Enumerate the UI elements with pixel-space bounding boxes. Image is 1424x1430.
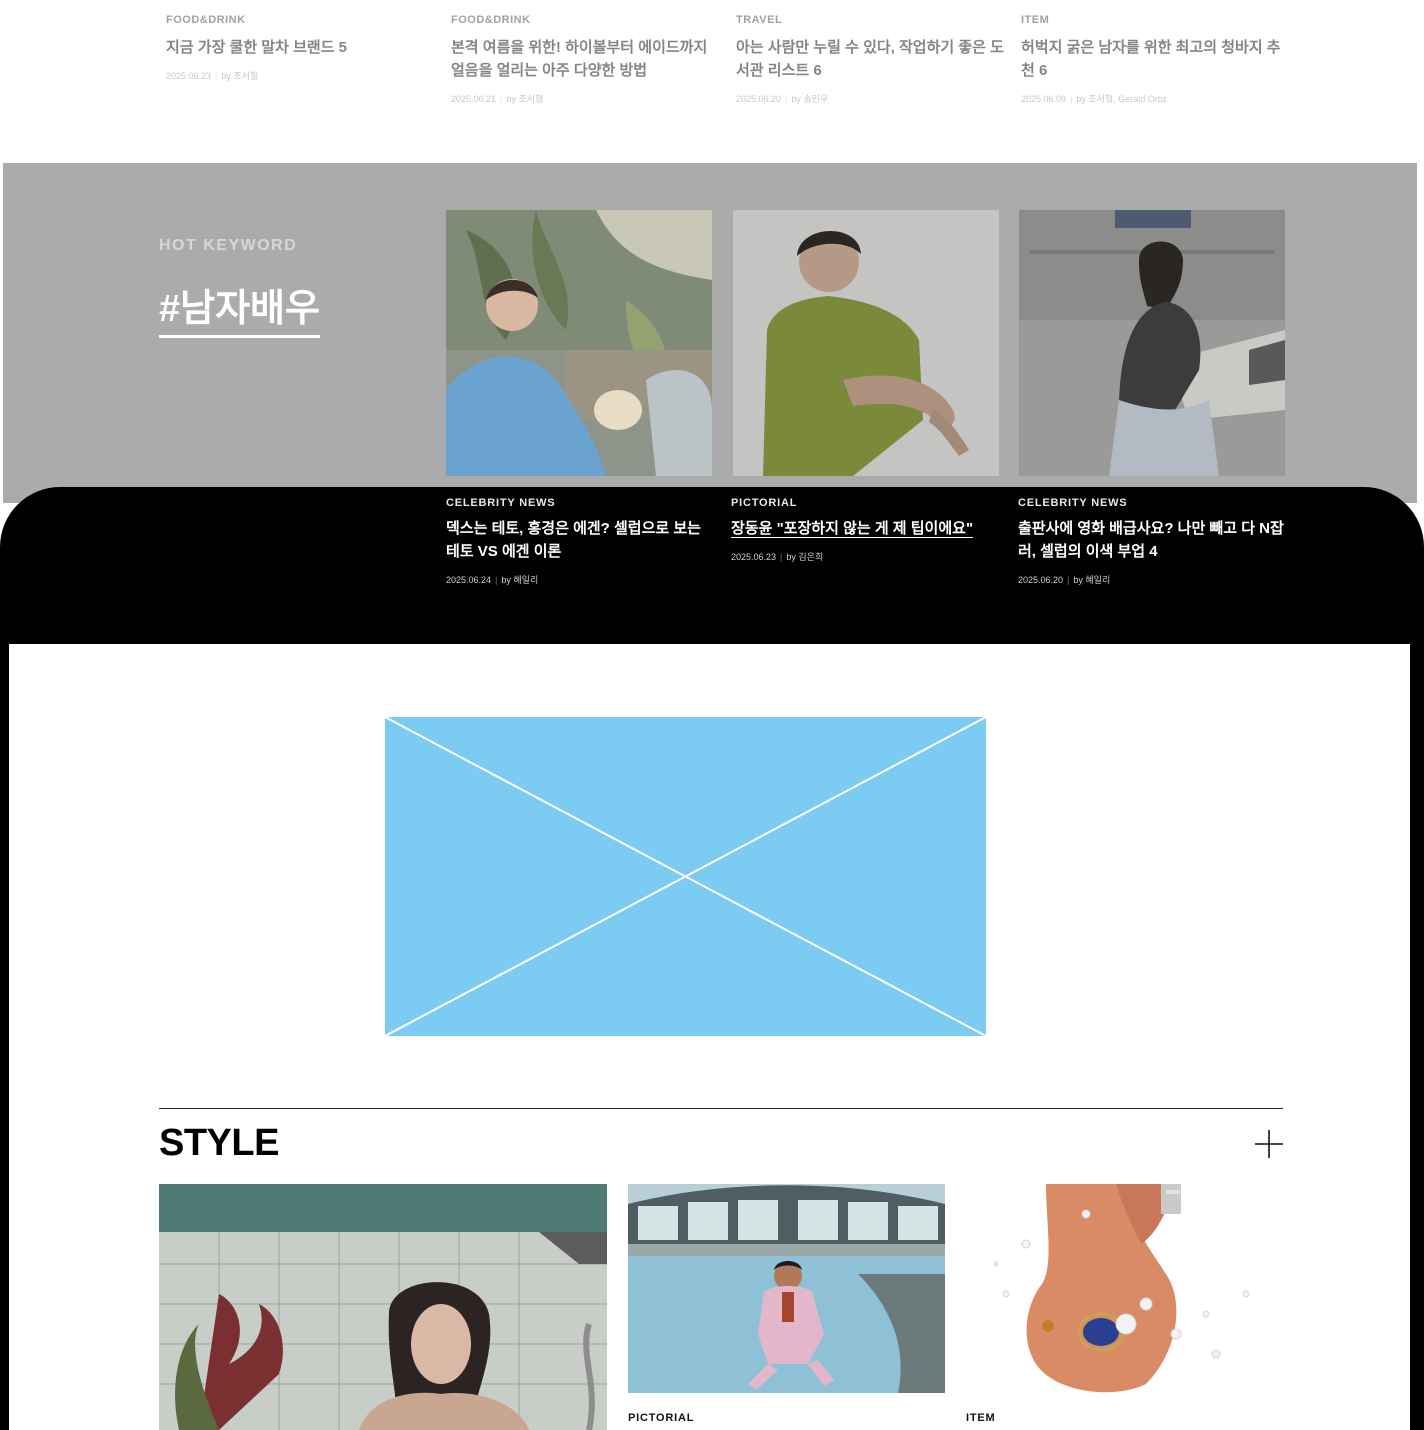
article-author: by 혜일리	[501, 575, 539, 585]
article-author: by 김은희	[786, 552, 824, 562]
article-title[interactable]: 출판사에 영화 배급사요? 나만 빼고 다 N잡러, 셀럽의 이색 부업 4	[1018, 517, 1288, 563]
article-category: ITEM	[966, 1412, 996, 1424]
section-title: STYLE	[159, 1122, 279, 1164]
article-thumbnail[interactable]	[159, 1184, 607, 1430]
article-thumbnail[interactable]	[628, 1184, 945, 1393]
article-category: CELEBRITY NEWS	[446, 497, 556, 509]
article-date: 2025.06.23	[166, 71, 212, 81]
article-title[interactable]: 덱스는 테토, 홍경은 에겐? 셀럽으로 보는 테토 VS 에겐 이론	[446, 517, 716, 563]
article-meta: 2025.06.20 | by 송민우	[736, 94, 829, 104]
article-card[interactable]: ITEM 허벅지 굵은 남자를 위한 최고의 청바지 추천 6 2025.06.…	[1021, 14, 1291, 105]
article-meta: 2025.06.23 | by 조서형	[166, 71, 259, 81]
image-placeholder	[385, 717, 986, 1036]
article-category: PICTORIAL	[628, 1412, 695, 1424]
article-card[interactable]: TRAVEL 아는 사람만 누릴 수 있다, 작업하기 좋은 도서관 리스트 6…	[736, 14, 1006, 105]
article-category: PICTORIAL	[731, 497, 798, 509]
article-author: by 조서형	[221, 71, 259, 81]
article-title[interactable]: 본격 여름을 위한! 하이볼부터 에이드까지 얼음을 얼리는 아주 다양한 방법	[451, 36, 721, 82]
article-date: 2025.06.20	[1018, 575, 1064, 585]
article-author: by 조서형, Gerald Ortiz	[1076, 94, 1167, 104]
article-card[interactable]: FOOD&DRINK 본격 여름을 위한! 하이볼부터 에이드까지 얼음을 얼리…	[451, 14, 721, 105]
more-button[interactable]	[1253, 1128, 1285, 1160]
article-title[interactable]: 허벅지 굵은 남자를 위한 최고의 청바지 추천 6	[1021, 36, 1291, 82]
hot-keyword-tag[interactable]: #남자배우	[159, 285, 320, 338]
article-title[interactable]: 지금 가장 쿨한 말차 브랜드 5	[166, 36, 436, 59]
article-thumbnail[interactable]	[966, 1184, 1283, 1393]
article-category: FOOD&DRINK	[451, 14, 531, 26]
article-category: CELEBRITY NEWS	[1018, 497, 1128, 509]
article-meta: 2025.06.24 | by 혜일리	[446, 575, 539, 585]
recent-articles-row: FOOD&DRINK 지금 가장 쿨한 말차 브랜드 5 2025.06.23 |…	[0, 0, 1424, 163]
article-thumbnail[interactable]	[446, 210, 712, 476]
hot-keyword-section: HOT KEYWORD #남자배우	[3, 163, 1417, 503]
article-card[interactable]: CELEBRITY NEWS 덱스는 테토, 홍경은 에겐? 셀럽으로 보는 테…	[446, 497, 716, 586]
hot-keyword-label: HOT KEYWORD	[159, 237, 298, 254]
article-meta: 2025.06.21 | by 조서형	[451, 94, 544, 104]
article-card[interactable]: CELEBRITY NEWS 출판사에 영화 배급사요? 나만 빼고 다 N잡러…	[1018, 497, 1288, 586]
article-card[interactable]: PICTORIAL 장동윤 "포장하지 않는 게 제 팁이에요" 2025.06…	[731, 497, 1001, 563]
article-date: 2025.06.23	[731, 552, 777, 562]
article-category: ITEM	[1021, 14, 1050, 26]
plus-icon	[1255, 1130, 1283, 1158]
article-date: 2025.06.21	[451, 94, 497, 104]
article-card[interactable]: FOOD&DRINK 지금 가장 쿨한 말차 브랜드 5 2025.06.23 |…	[166, 14, 436, 82]
modal-sheet: STYLE PICTORIAL ITEM	[9, 644, 1410, 1430]
article-author: by 혜일리	[1073, 575, 1111, 585]
article-author: by 조서형	[506, 94, 544, 104]
article-category: TRAVEL	[736, 14, 783, 26]
article-thumbnail[interactable]	[733, 210, 999, 476]
article-category: FOOD&DRINK	[166, 14, 246, 26]
article-date: 2025.06.09	[1021, 94, 1067, 104]
article-title-hovered[interactable]: 장동윤 "포장하지 않는 게 제 팁이에요"	[731, 517, 1001, 540]
article-meta: 2025.06.09 | by 조서형, Gerald Ortiz	[1021, 94, 1167, 104]
article-meta: 2025.06.23 | by 김은희	[731, 552, 824, 562]
article-title[interactable]: 아는 사람만 누릴 수 있다, 작업하기 좋은 도서관 리스트 6	[736, 36, 1006, 82]
article-author: by 송민우	[791, 94, 829, 104]
article-meta: 2025.06.20 | by 혜일리	[1018, 575, 1111, 585]
article-date: 2025.06.24	[446, 575, 492, 585]
article-title[interactable]: 장동윤 "포장하지 않는 게 제 팁이에요"	[731, 520, 974, 538]
article-thumbnail[interactable]	[1019, 210, 1285, 476]
article-date: 2025.06.20	[736, 94, 782, 104]
section-divider	[159, 1108, 1283, 1109]
